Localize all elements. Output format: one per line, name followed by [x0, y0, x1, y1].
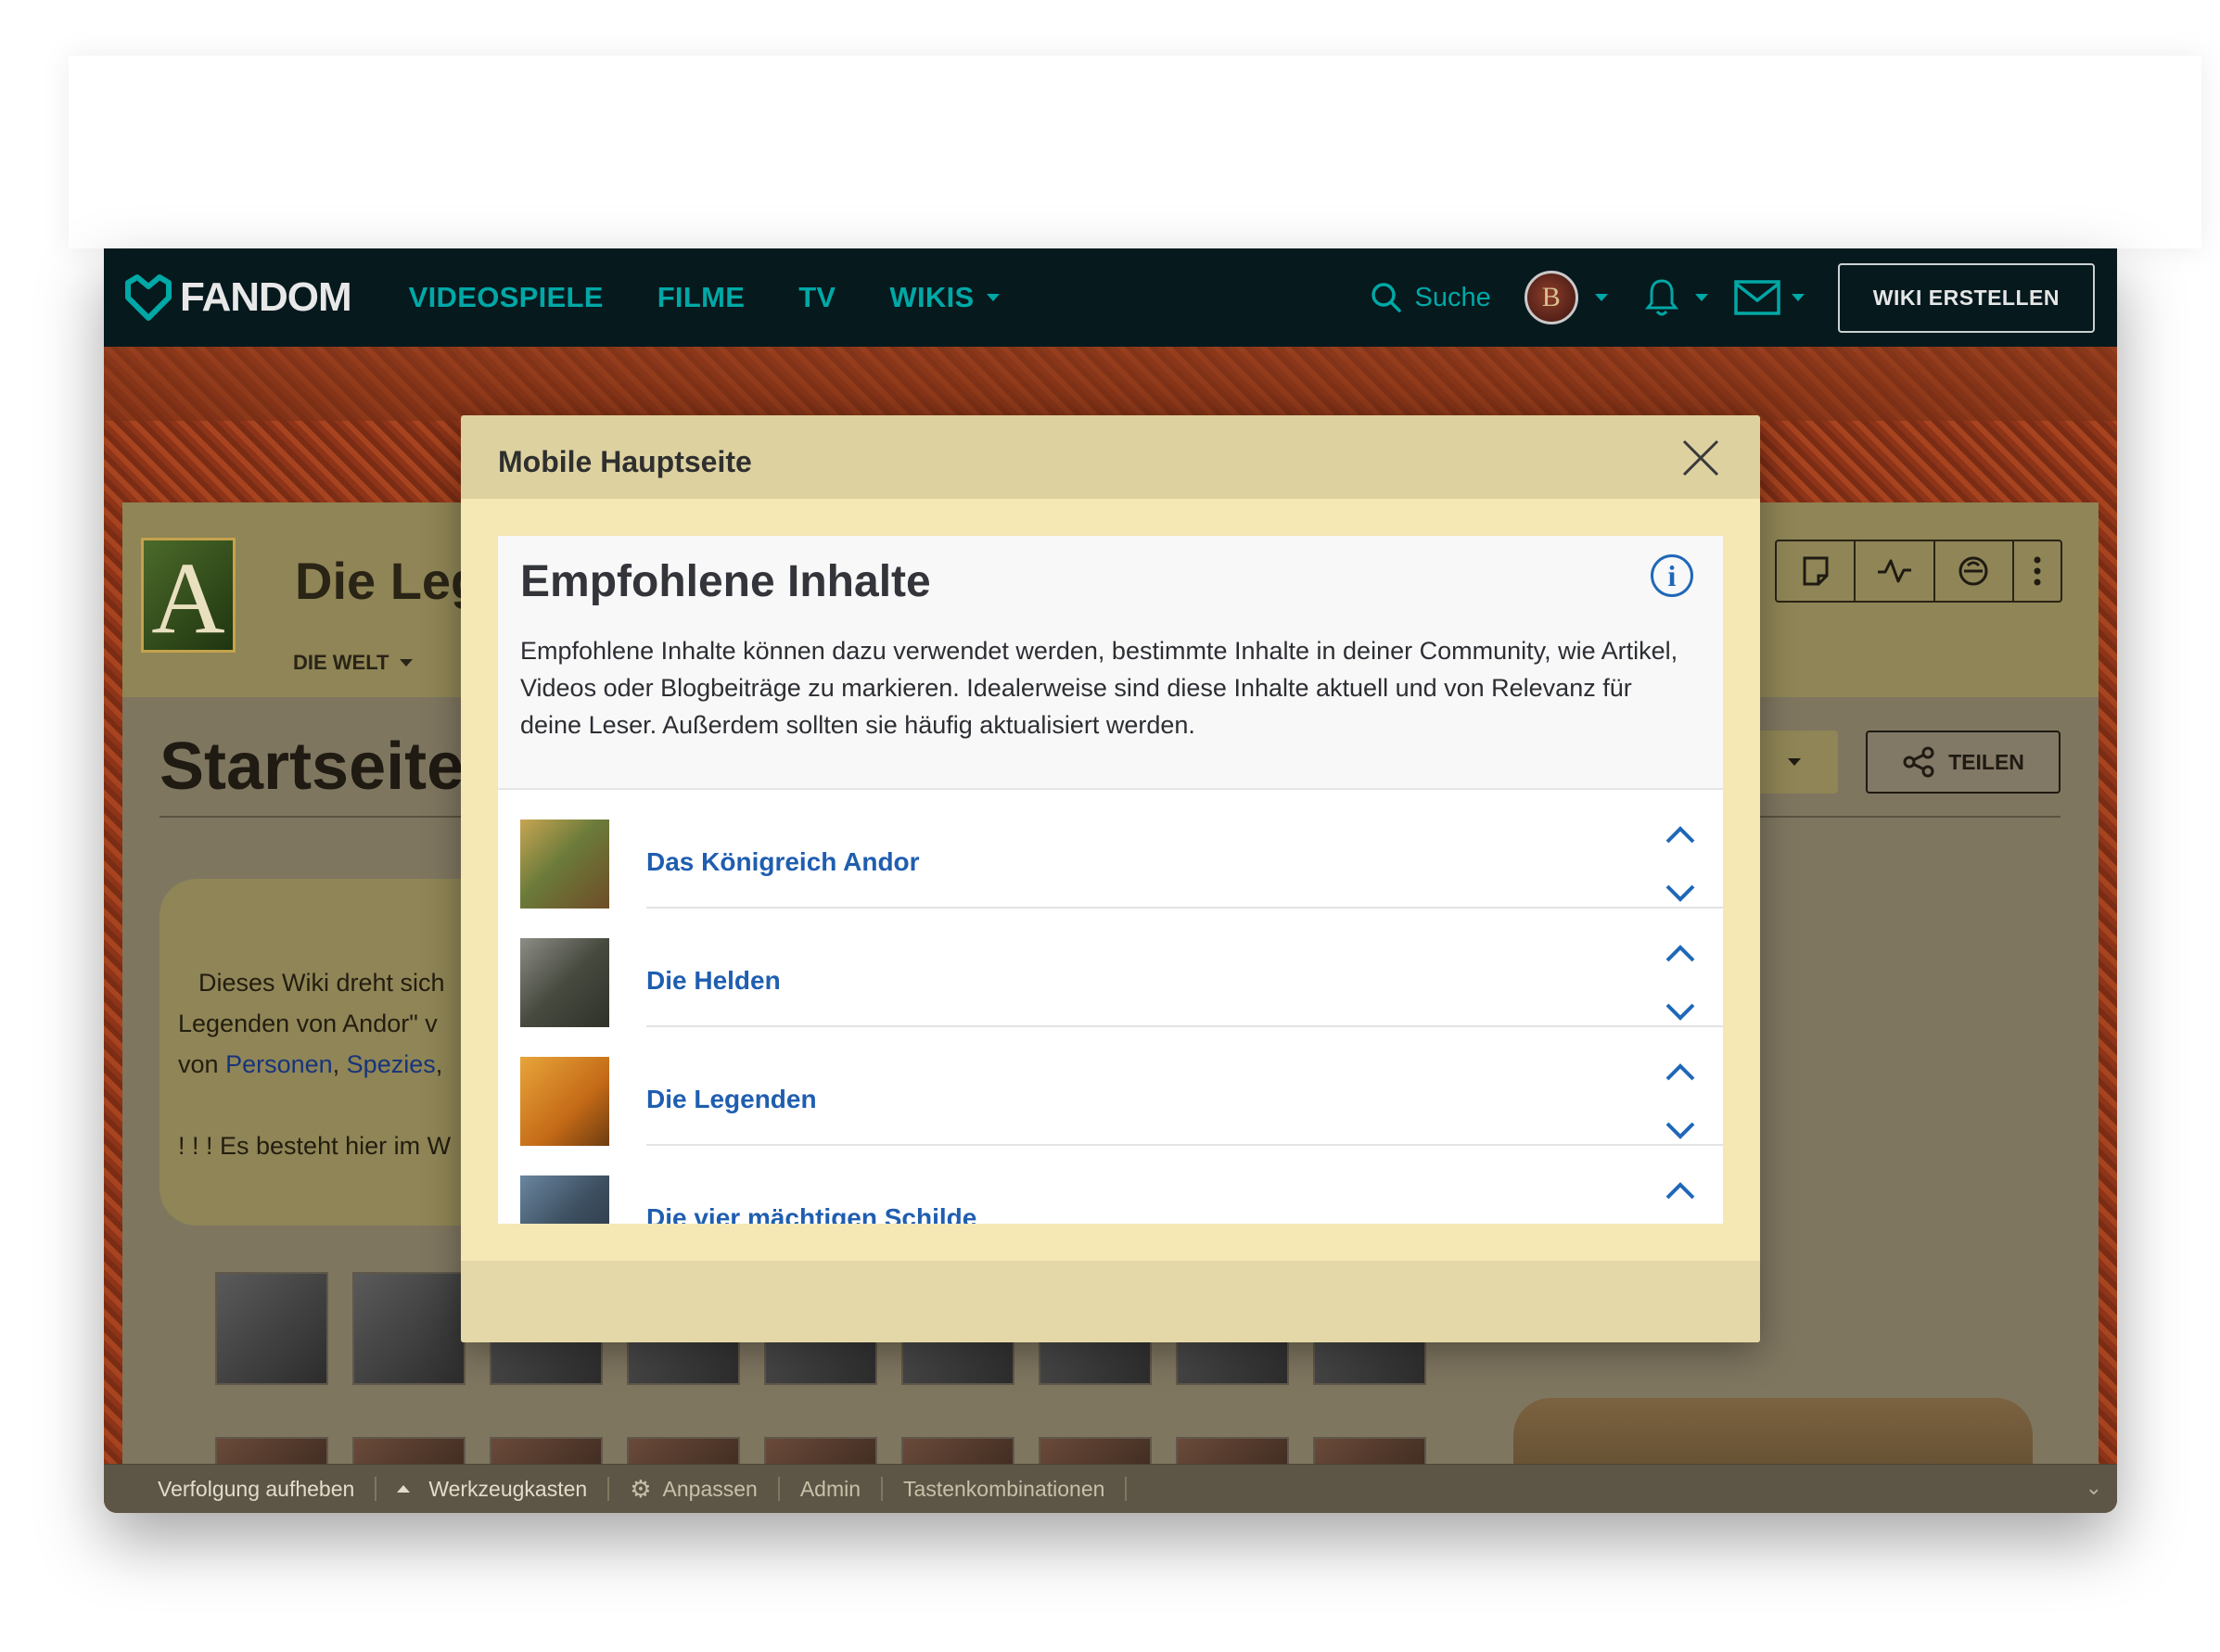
- featured-content-header: Empfohlene Inhalte i Empfohlene Inhalte …: [498, 536, 1723, 790]
- fandom-global-nav: FANDOM VIDEOSPIELE FILME TV WIKIS Suche …: [104, 248, 2117, 347]
- caret-up-icon: [397, 1485, 411, 1493]
- search-button[interactable]: Suche: [1371, 282, 1491, 313]
- item-thumbnail: [520, 1175, 609, 1224]
- fandom-heart-icon: [125, 274, 172, 321]
- featured-content-list: Das Königreich Andor Die Helden Die Lege…: [498, 790, 1723, 1224]
- list-item: Die vier mächtigen Schilde: [498, 1146, 1723, 1224]
- chevron-down-icon[interactable]: [1662, 1116, 1699, 1144]
- chevron-up-icon[interactable]: [1662, 821, 1699, 849]
- chevron-down-icon: [987, 294, 1001, 301]
- chevron-down-icon[interactable]: [1662, 879, 1699, 907]
- item-link[interactable]: Die Legenden: [646, 1085, 817, 1114]
- nav-link-videospiele[interactable]: VIDEOSPIELE: [409, 281, 604, 314]
- modal-title: Mobile Hauptseite: [498, 445, 752, 478]
- avatar-letter: B: [1541, 282, 1561, 312]
- search-icon: [1371, 283, 1401, 312]
- wiki-bottom-toolbar: Verfolgung aufheben Werkzeugkasten ⚙ Anpa…: [104, 1464, 2117, 1513]
- item-thumbnail: [520, 1057, 609, 1146]
- featured-content-description: Empfohlene Inhalte können dazu verwendet…: [520, 637, 1678, 739]
- mail-chevron-down-icon[interactable]: [1791, 294, 1805, 301]
- chevron-up-icon[interactable]: [1662, 1177, 1699, 1205]
- item-link[interactable]: Die Helden: [646, 966, 781, 996]
- chevron-down-icon[interactable]: [1662, 998, 1699, 1025]
- fandom-nav-right: Suche B WIKI ERSTELLEN: [1371, 248, 2117, 347]
- avatar-chevron-down-icon[interactable]: [1594, 294, 1608, 301]
- modal-header: Mobile Hauptseite: [461, 415, 1760, 499]
- search-label: Suche: [1414, 282, 1491, 312]
- customize-link[interactable]: ⚙ Anpassen: [609, 1474, 780, 1503]
- featured-content-title: Empfohlene Inhalte: [520, 557, 931, 606]
- modal-footer: [461, 1261, 1760, 1342]
- create-wiki-button[interactable]: WIKI ERSTELLEN: [1837, 262, 2095, 333]
- nav-link-tv[interactable]: TV: [798, 281, 836, 314]
- list-item: Die Helden: [498, 909, 1723, 1027]
- nav-link-wikis-label: WIKIS: [889, 281, 975, 313]
- nav-link-filme[interactable]: FILME: [657, 281, 746, 314]
- mail-icon[interactable]: [1734, 280, 1780, 315]
- chevron-up-icon[interactable]: [1662, 940, 1699, 968]
- bell-chevron-down-icon[interactable]: [1694, 294, 1708, 301]
- customize-label: Anpassen: [662, 1476, 758, 1501]
- item-thumbnail: [520, 938, 609, 1027]
- modal-body: Empfohlene Inhalte i Empfohlene Inhalte …: [461, 499, 1760, 1261]
- bell-icon[interactable]: [1644, 277, 1678, 318]
- item-thumbnail: [520, 820, 609, 909]
- item-link[interactable]: Das Königreich Andor: [646, 847, 920, 877]
- list-item: Die Legenden: [498, 1027, 1723, 1146]
- toolbox-label: Werkzeugkasten: [428, 1476, 588, 1501]
- double-chevron-down-icon[interactable]: ⌄: [2086, 1476, 2102, 1500]
- fandom-logo-text: FANDOM: [180, 274, 352, 320]
- admin-link[interactable]: Admin: [780, 1477, 884, 1501]
- gear-icon: ⚙: [630, 1474, 652, 1503]
- chevron-up-icon[interactable]: [1662, 1059, 1699, 1087]
- browser-top-area: [69, 56, 2201, 248]
- nav-link-wikis[interactable]: WIKIS: [889, 281, 1001, 314]
- unfollow-link[interactable]: Verfolgung aufheben: [104, 1477, 377, 1501]
- item-link[interactable]: Die vier mächtigen Schilde: [646, 1203, 976, 1224]
- info-icon[interactable]: i: [1651, 554, 1693, 597]
- close-icon[interactable]: [1678, 436, 1723, 480]
- shortcuts-link[interactable]: Tastenkombinationen: [883, 1477, 1128, 1501]
- avatar[interactable]: B: [1524, 271, 1578, 324]
- toolbox-link[interactable]: Werkzeugkasten: [376, 1476, 610, 1501]
- fandom-logo[interactable]: FANDOM: [124, 273, 352, 322]
- list-item: Das Königreich Andor: [498, 790, 1723, 909]
- featured-content-card: Empfohlene Inhalte i Empfohlene Inhalte …: [498, 536, 1723, 1224]
- mobile-mainpage-modal: Mobile Hauptseite Empfohlene Inhalte i E…: [461, 415, 1760, 1342]
